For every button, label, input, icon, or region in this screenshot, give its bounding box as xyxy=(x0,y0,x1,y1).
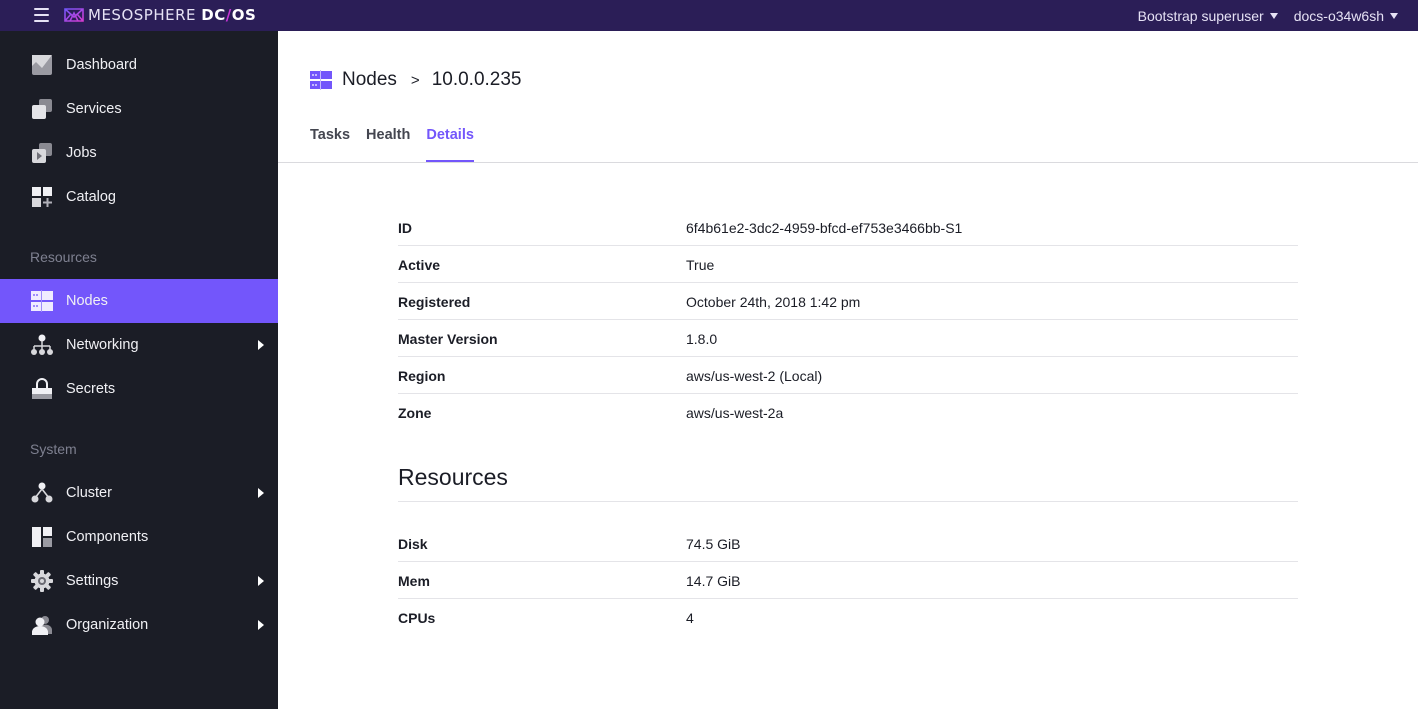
jobs-icon xyxy=(32,143,52,163)
sidebar-item-label: Components xyxy=(66,529,149,545)
breadcrumb-separator-icon: > xyxy=(410,71,420,89)
detail-key: ID xyxy=(398,220,412,236)
chevron-right-icon[interactable] xyxy=(258,576,264,586)
brand-text: MESOSPHERE DC/OS xyxy=(88,6,256,24)
networking-icon xyxy=(31,334,53,355)
detail-value: aws/us-west-2 (Local) xyxy=(686,368,823,384)
sidebar: Dashboard Services Jobs Catalog Resource… xyxy=(0,31,278,709)
details-table: ID 6f4b61e2-3dc2-4959-bfcd-ef753e3466bb-S… xyxy=(398,209,1298,431)
detail-row-id: ID 6f4b61e2-3dc2-4959-bfcd-ef753e3466bb-S… xyxy=(398,209,1298,246)
dashboard-icon xyxy=(32,55,52,75)
logo[interactable]: MESOSPHERE DC/OS xyxy=(64,5,256,25)
resource-row-disk: Disk 74.5 GiB xyxy=(398,525,1298,562)
section-label-resources: Resources xyxy=(30,249,97,265)
detail-value: 6f4b61e2-3dc2-4959-bfcd-ef753e3466bb-S1 xyxy=(686,220,963,236)
detail-key: Master Version xyxy=(398,331,498,347)
sidebar-item-organization[interactable]: Organization xyxy=(0,603,278,647)
tab-health[interactable]: Health xyxy=(366,127,410,163)
resources-table: Disk 74.5 GiB Mem 14.7 GiB CPUs 4 xyxy=(398,525,1298,636)
caret-down-icon xyxy=(1390,12,1398,19)
sidebar-item-settings[interactable]: Settings xyxy=(0,559,278,603)
detail-key: Zone xyxy=(398,405,432,421)
hamburger-line xyxy=(34,14,49,16)
main-content: Nodes > 10.0.0.235 Tasks Health Details … xyxy=(278,31,1418,709)
resource-row-mem: Mem 14.7 GiB xyxy=(398,562,1298,599)
resource-key: CPUs xyxy=(398,610,436,626)
resources-heading: Resources xyxy=(398,464,1298,502)
sidebar-item-label: Settings xyxy=(66,573,119,589)
tabs-divider xyxy=(278,162,1418,163)
cluster-menu-dropdown[interactable]: docs-o34w6sh xyxy=(1294,8,1398,24)
detail-row-zone: Zone aws/us-west-2a xyxy=(398,394,1298,431)
sidebar-item-label: Services xyxy=(66,101,122,117)
lock-icon xyxy=(32,378,52,399)
tabs: Tasks Health Details xyxy=(310,127,490,163)
components-icon xyxy=(32,527,52,547)
tab-details[interactable]: Details xyxy=(426,127,474,163)
cluster-icon xyxy=(31,482,53,503)
sidebar-item-label: Jobs xyxy=(66,145,97,161)
gear-icon xyxy=(31,570,53,592)
nodes-icon xyxy=(31,290,53,312)
hamburger-icon xyxy=(34,8,49,10)
caret-down-icon xyxy=(1269,12,1278,19)
user-menu-dropdown[interactable]: Bootstrap superuser xyxy=(1138,8,1278,24)
sidebar-item-services[interactable]: Services xyxy=(0,87,278,131)
detail-row-registered: Registered October 24th, 2018 1:42 pm xyxy=(398,283,1298,320)
detail-key: Registered xyxy=(398,294,471,310)
sidebar-item-dashboard[interactable]: Dashboard xyxy=(0,43,278,87)
detail-row-master-version: Master Version 1.8.0 xyxy=(398,320,1298,357)
sidebar-item-nodes[interactable]: Nodes xyxy=(0,279,278,323)
tab-tasks[interactable]: Tasks xyxy=(310,127,350,163)
services-icon xyxy=(32,99,52,119)
detail-key: Active xyxy=(398,257,441,273)
sidebar-item-label: Nodes xyxy=(66,293,108,309)
menu-toggle-button[interactable] xyxy=(34,8,49,22)
section-label-system: System xyxy=(30,441,77,457)
top-bar: MESOSPHERE DC/OS Bootstrap superuser doc… xyxy=(0,0,1418,31)
breadcrumb-current: 10.0.0.235 xyxy=(431,69,522,90)
sidebar-item-label: Cluster xyxy=(66,485,112,501)
chevron-right-icon[interactable] xyxy=(258,620,264,630)
sidebar-item-components[interactable]: Components xyxy=(0,515,278,559)
detail-row-region: Region aws/us-west-2 (Local) xyxy=(398,357,1298,394)
organization-icon xyxy=(32,616,52,635)
sidebar-item-label: Secrets xyxy=(66,381,116,397)
hamburger-line xyxy=(34,20,49,22)
resource-value: 14.7 GiB xyxy=(686,573,741,589)
resource-key: Mem xyxy=(398,573,430,589)
detail-value: 1.8.0 xyxy=(686,331,718,347)
detail-value: October 24th, 2018 1:42 pm xyxy=(686,294,861,310)
resource-key: Disk xyxy=(398,536,428,552)
sidebar-item-label: Catalog xyxy=(66,189,116,205)
sidebar-item-networking[interactable]: Networking xyxy=(0,323,278,367)
breadcrumb: Nodes > 10.0.0.235 xyxy=(310,69,522,91)
product-name-a: DC xyxy=(201,6,226,24)
detail-value: True xyxy=(686,257,715,273)
chevron-right-icon[interactable] xyxy=(258,340,264,350)
resource-row-cpus: CPUs 4 xyxy=(398,599,1298,636)
nodes-icon xyxy=(310,70,332,90)
chevron-right-icon[interactable] xyxy=(258,488,264,498)
breadcrumb-nodes-link[interactable]: Nodes xyxy=(342,69,397,91)
sidebar-item-label: Organization xyxy=(66,617,149,633)
brand-name: MESOSPHERE xyxy=(88,6,196,24)
product-name-b: OS xyxy=(231,6,257,24)
cluster-menu-label: docs-o34w6sh xyxy=(1293,7,1384,24)
sidebar-item-label: Dashboard xyxy=(66,57,137,73)
sidebar-item-cluster[interactable]: Cluster xyxy=(0,471,278,515)
detail-row-active: Active True xyxy=(398,246,1298,283)
resource-value: 4 xyxy=(686,610,694,626)
mesosphere-logo-icon xyxy=(64,8,84,22)
detail-key: Region xyxy=(398,368,446,384)
catalog-icon xyxy=(32,187,52,207)
sidebar-item-label: Networking xyxy=(66,337,139,353)
resource-value: 74.5 GiB xyxy=(686,536,741,552)
sidebar-item-jobs[interactable]: Jobs xyxy=(0,131,278,175)
sidebar-item-secrets[interactable]: Secrets xyxy=(0,367,278,411)
sidebar-item-catalog[interactable]: Catalog xyxy=(0,175,278,219)
user-menu-label: Bootstrap superuser xyxy=(1137,7,1264,24)
detail-value: aws/us-west-2a xyxy=(686,405,784,421)
